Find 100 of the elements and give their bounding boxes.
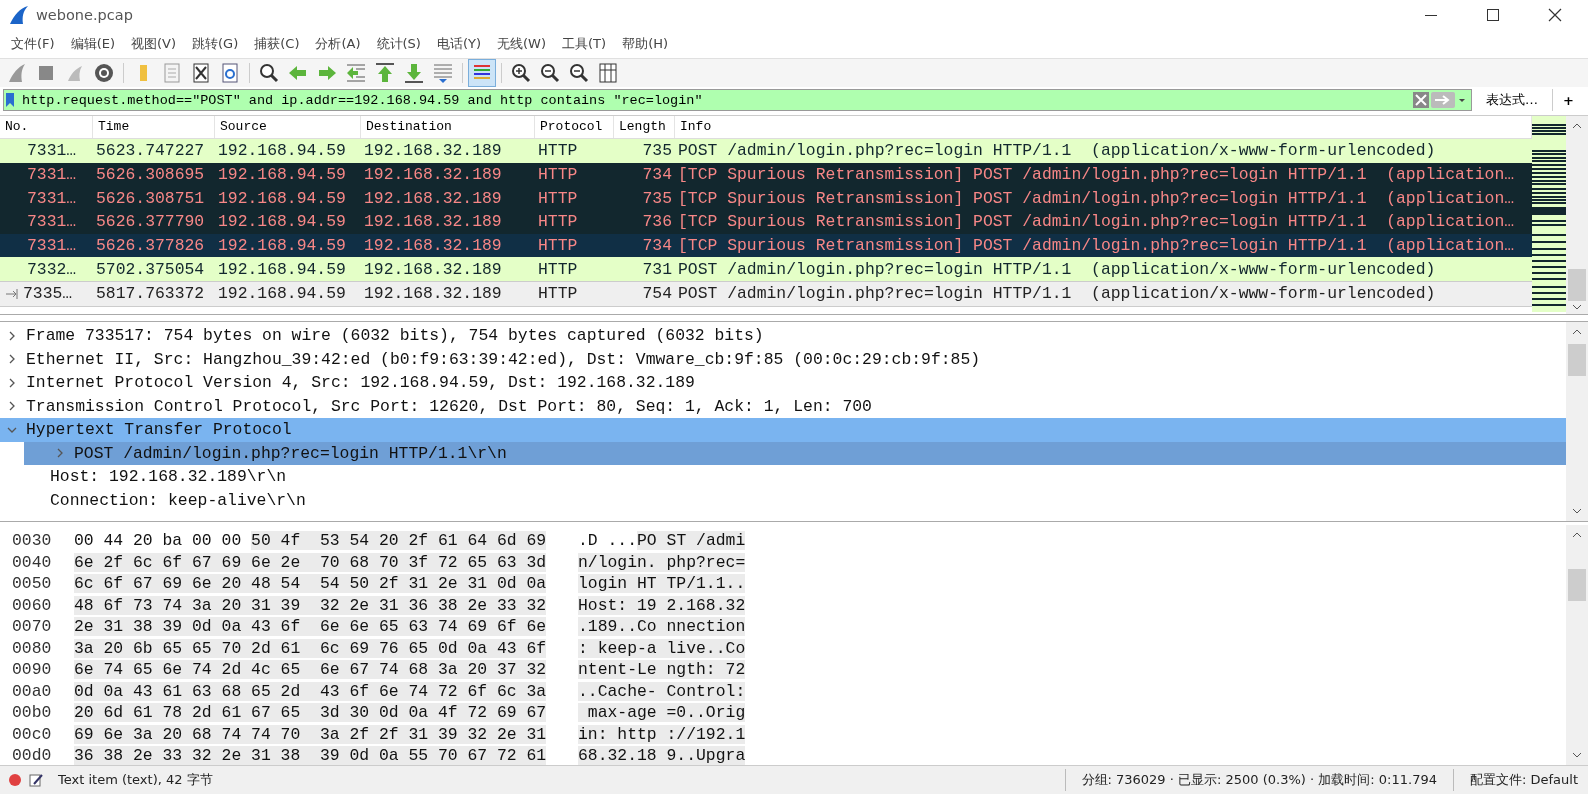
table-cell-text: 5817.763372 — [95, 284, 206, 304]
table-cell-text: 192.168.32.189 — [363, 259, 503, 279]
scrollbar-thumb[interactable] — [1568, 569, 1586, 601]
tree-item[interactable]: Ethernet II, Src: Hangzhou_39:42:ed (b0:f9:63:39:42:ed), Dst: Vmware_cb:9f:85 (00:0c:29:cb:9f:85) — [0, 347, 1566, 371]
column-header[interactable]: Time — [93, 116, 215, 138]
app-logo-icon — [8, 5, 30, 25]
table-cell-text: 5702.375054 — [95, 259, 206, 279]
table-cell-text: POST /admin/login.php?rec=login HTTP/1.1 (application/x-www-form-urlencoded) — [677, 141, 1437, 161]
table-cell-text: [TCP Spurious Retransmission] POST /admin/login.php?rec=login HTTP/1.1 (application… — [677, 236, 1516, 256]
display-filter-field[interactable]: http.request.method=="POST" and ip.addr==192.168.94.59 and http contains "rec=login" — [3, 89, 1473, 111]
clear-icon[interactable] — [1413, 92, 1430, 108]
tree-item[interactable]: POST /admin/login.php?rec=login HTTP/1.1\r\n — [24, 441, 1566, 465]
table-cell-text: 192.168.94.59 — [217, 236, 347, 256]
table-cell-text: 192.168.32.189 — [363, 212, 503, 232]
menu-item[interactable]: 电话(Y) — [428, 35, 490, 53]
menu-item[interactable]: 跳转(G) — [184, 35, 247, 53]
table-cell-text: 192.168.94.59 — [217, 259, 347, 279]
table-cell-text: 192.168.94.59 — [217, 212, 347, 232]
highlighted-ascii-text: n/login. php?rec= — [578, 552, 746, 572]
column-header[interactable]: No. — [0, 116, 93, 138]
packet-row[interactable]: 7331… 5623.747227 192.168.94.59 192.168.32.189 HTTP 735 POST /admin/login.php?rec=login HTTP/1.1 (application/x-www-form-urlencoded) — [0, 139, 1532, 163]
column-header[interactable]: Protocol — [535, 116, 614, 138]
menu-item[interactable]: 无线(W) — [489, 35, 555, 53]
byte-offset: 0050 — [11, 574, 53, 594]
menu-item[interactable]: 帮助(H) — [614, 35, 677, 53]
menu-item[interactable]: 分析(A) — [307, 35, 369, 53]
table-cell-text: 7332… — [26, 259, 77, 279]
packet-row[interactable]: 7332… 5702.375054 192.168.94.59 192.168.32.189 HTTP 731 POST /admin/login.php?rec=login HTTP/1.1 (application/x-www-form-urlencoded) — [0, 257, 1532, 282]
highlighted-hex-bytes: 50 4f 53 54 20 2f 61 64 6d 69 — [251, 531, 547, 551]
menu-item[interactable]: 捕获(C) — [246, 35, 308, 53]
column-header[interactable]: Source — [215, 116, 361, 138]
scrollbar[interactable] — [1566, 322, 1588, 521]
expression-button[interactable]: 表达式… — [1476, 89, 1549, 111]
packet-row[interactable]: 7331… 5626.308695 192.168.94.59 192.168.32.189 HTTP 734 [TCP Spurious Retransmission] POST /admin/login.php?rec=login HTTP/1.1 (application… — [0, 162, 1532, 187]
bookmark-icon[interactable] — [4, 92, 16, 108]
menu-item[interactable]: 编辑(E) — [62, 35, 123, 53]
packet-row[interactable]: 7331… 5626.377790 192.168.94.59 192.168.32.189 HTTP 736 [TCP Spurious Retransmission] POST /admin/login.php?rec=login HTTP/1.1 (application… — [0, 210, 1532, 234]
edit-comment-icon[interactable] — [28, 772, 44, 788]
close-icon[interactable] — [1548, 8, 1562, 22]
column-header[interactable]: Destination — [361, 116, 535, 138]
table-cell-text: 192.168.32.189 — [363, 141, 503, 161]
tree-item[interactable]: Frame 733517: 754 bytes on wire (6032 bits), 754 bytes captured (6032 bits) — [0, 324, 1566, 348]
byte-offset: 0090 — [11, 660, 53, 680]
packet-row[interactable]: 7331… 5626.377826 192.168.94.59 192.168.32.189 HTTP 734 [TCP Spurious Retransmission] POST /admin/login.php?rec=login HTTP/1.1 (application… — [0, 233, 1532, 258]
menu-item[interactable]: 视图(V) — [123, 35, 185, 53]
table-cell-text: 754 — [641, 284, 673, 304]
tree-item[interactable]: Internet Protocol Version 4, Src: 192.168.94.59, Dst: 192.168.32.189 — [0, 371, 1566, 395]
byte-offset: 00a0 — [11, 681, 53, 701]
menu-item[interactable]: 文件(F) — [3, 35, 63, 53]
highlighted-hex-bytes: 2e 31 38 39 0d 0a 43 6f 6e 6e 65 63 74 69 6f 6e — [74, 617, 547, 637]
expert-info-icon[interactable] — [8, 773, 22, 787]
highlighted-hex-bytes: 20 6d 61 78 2d 61 67 65 3d 30 0d 0a 4f 72 69 67 — [74, 703, 547, 723]
highlighted-ascii-text: in: http ://192.1 — [578, 724, 746, 744]
scrollbar-thumb[interactable] — [1568, 269, 1586, 301]
colorize-icon[interactable] — [469, 60, 495, 86]
add-filter-button[interactable]: + — [1552, 89, 1584, 111]
table-cell-text: 7335… — [22, 284, 73, 304]
table-cell-text: 735 — [641, 188, 673, 208]
table-cell-text: 5626.377826 — [95, 236, 206, 256]
table-cell-text: 7331… — [26, 212, 77, 232]
table-cell-text: HTTP — [537, 284, 579, 304]
tree-item[interactable]: Hypertext Transfer Protocol — [0, 418, 1566, 442]
highlighted-ascii-text: max-age =0..Orig — [578, 703, 746, 723]
byte-offset: 0070 — [11, 617, 53, 637]
packet-row[interactable]: 7335… 5817.763372 192.168.94.59 192.168.32.189 HTTP 754 POST /admin/login.php?rec=login HTTP/1.1 (application/x-www-form-urlencoded) — [0, 281, 1532, 307]
table-cell-text: 192.168.32.189 — [363, 188, 503, 208]
packet-row[interactable]: 7331… 5626.308751 192.168.94.59 192.168.32.189 HTTP 735 [TCP Spurious Retransmission] POST /admin/login.php?rec=login HTTP/1.1 (application… — [0, 186, 1532, 211]
highlighted-hex-bytes: 6e 2f 6c 6f 67 69 6e 2e 70 68 70 3f 72 65 63 3d — [74, 552, 547, 572]
tree-item[interactable]: Transmission Control Protocol, Src Port: 12620, Dst Port: 80, Seq: 1, Ack: 1, Len: 700 — [0, 394, 1566, 418]
table-cell-text: [TCP Spurious Retransmission] POST /admin/login.php?rec=login HTTP/1.1 (application… — [677, 165, 1516, 185]
packet-count-text: 分组: 736029 · 已显示: 2500 (0.3%) · 加载时间: 0:11.794 — [1080, 771, 1438, 789]
tree-item[interactable]: Connection: keep-alive\r\n — [0, 488, 1566, 512]
menu-item[interactable]: 工具(T) — [554, 35, 615, 53]
table-cell-text: 192.168.94.59 — [217, 141, 347, 161]
table-cell-text: 734 — [641, 236, 673, 256]
scrollbar[interactable] — [1566, 525, 1588, 765]
column-header[interactable]: Length — [614, 116, 675, 138]
table-cell-text: HTTP — [537, 259, 579, 279]
table-cell-text: 192.168.94.59 — [217, 284, 347, 304]
table-cell-text: 192.168.94.59 — [217, 188, 347, 208]
table-cell-text: 192.168.32.189 — [363, 284, 503, 304]
table-cell-text: 731 — [641, 259, 673, 279]
profile-text[interactable]: 配置文件: Default — [1460, 771, 1588, 789]
scrollbar-thumb[interactable] — [1568, 344, 1586, 376]
table-cell-text: HTTP — [537, 236, 579, 256]
hex-bytes: 00 44 20 ba 00 00 — [74, 531, 243, 551]
tree-item[interactable]: Host: 192.168.32.189\r\n — [0, 465, 1566, 489]
byte-offset: 0060 — [11, 595, 53, 615]
table-cell-text: 7331… — [26, 188, 77, 208]
scrollbar[interactable] — [1566, 116, 1588, 314]
table-cell-text: 192.168.32.189 — [363, 165, 503, 185]
table-cell-text: HTTP — [537, 188, 579, 208]
table-cell-text: 5626.308751 — [95, 188, 206, 208]
highlighted-hex-bytes: 48 6f 73 74 3a 20 31 39 32 2e 31 36 38 2e 33 32 — [74, 595, 547, 615]
highlighted-hex-bytes: 6c 6f 67 69 6e 20 48 54 54 50 2f 31 2e 31 0d 0a — [74, 574, 547, 594]
window-title: webone.pcap — [36, 7, 133, 23]
menu-item[interactable]: 统计(S) — [368, 35, 429, 53]
maximize-icon[interactable] — [1486, 8, 1500, 22]
table-cell-text: 735 — [641, 141, 673, 161]
highlighted-hex-bytes: 0d 0a 43 61 63 68 65 2d 43 6f 6e 74 72 6f 6c 3a — [74, 681, 547, 701]
